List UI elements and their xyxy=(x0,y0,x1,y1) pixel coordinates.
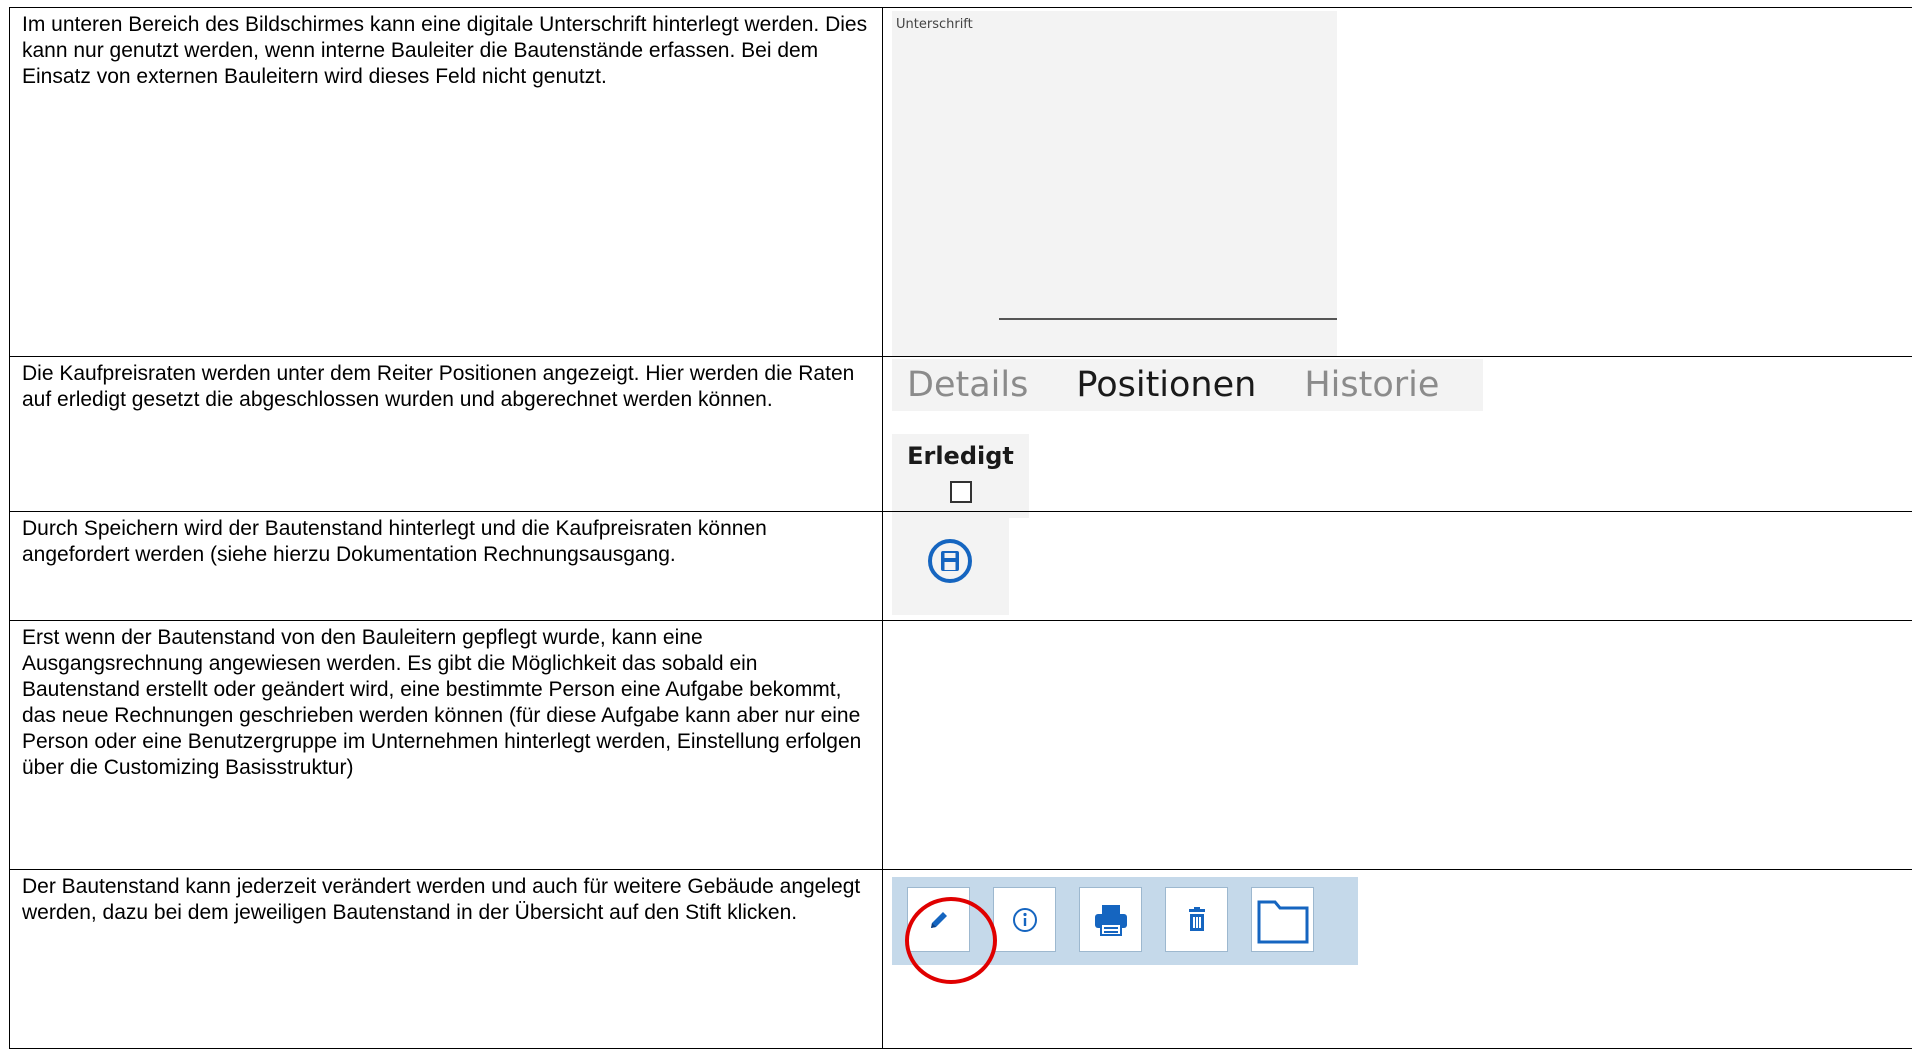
row-text: Im unteren Bereich des Bildschirmes kann… xyxy=(9,8,883,356)
signature-field[interactable]: Unterschrift xyxy=(892,11,1337,356)
erledigt-column: Erledigt xyxy=(892,434,1029,518)
table-row: Im unteren Bereich des Bildschirmes kann… xyxy=(9,7,1912,356)
row-screenshot-empty xyxy=(883,621,1912,869)
table-row: Die Kaufpreisraten werden unter dem Reit… xyxy=(9,356,1912,518)
signature-line xyxy=(999,318,1337,320)
documentation-table: Im unteren Bereich des Bildschirmes kann… xyxy=(9,7,1912,1049)
info-button[interactable] xyxy=(993,887,1056,952)
tab-bar: Details Positionen Historie xyxy=(892,359,1483,411)
tab-positionen[interactable]: Positionen xyxy=(1076,365,1256,405)
erledigt-header: Erledigt xyxy=(907,442,1014,470)
save-panel xyxy=(892,517,1009,615)
row-text: Durch Speichern wird der Bautenstand hin… xyxy=(9,512,883,620)
highlight-circle xyxy=(905,897,997,984)
print-icon xyxy=(1094,904,1127,936)
row-screenshot: Details Positionen Historie Erledigt xyxy=(883,357,1912,518)
tab-details[interactable]: Details xyxy=(907,365,1028,405)
print-button[interactable] xyxy=(1079,887,1142,952)
row-text: Die Kaufpreisraten werden unter dem Reit… xyxy=(9,357,883,511)
action-toolbar xyxy=(892,877,1358,984)
signature-label: Unterschrift xyxy=(896,17,973,32)
row-text: Erst wenn der Bautenstand von den Baulei… xyxy=(9,621,883,869)
erledigt-checkbox[interactable] xyxy=(950,481,972,503)
delete-button[interactable] xyxy=(1165,887,1228,952)
folder-button[interactable] xyxy=(1251,887,1314,952)
row-screenshot xyxy=(883,512,1912,620)
table-row: Durch Speichern wird der Bautenstand hin… xyxy=(9,511,1912,620)
table-row: Der Bautenstand kann jederzeit verändert… xyxy=(9,869,1912,1049)
save-icon[interactable] xyxy=(927,538,973,584)
row-screenshot: Unterschrift xyxy=(883,8,1912,356)
trash-icon xyxy=(1188,906,1205,931)
tab-historie[interactable]: Historie xyxy=(1304,365,1439,405)
folder-icon xyxy=(1257,900,1308,943)
info-icon xyxy=(1012,907,1037,932)
table-row: Erst wenn der Bautenstand von den Baulei… xyxy=(9,620,1912,869)
row-screenshot xyxy=(883,870,1912,1048)
row-text: Der Bautenstand kann jederzeit verändert… xyxy=(9,870,883,1048)
